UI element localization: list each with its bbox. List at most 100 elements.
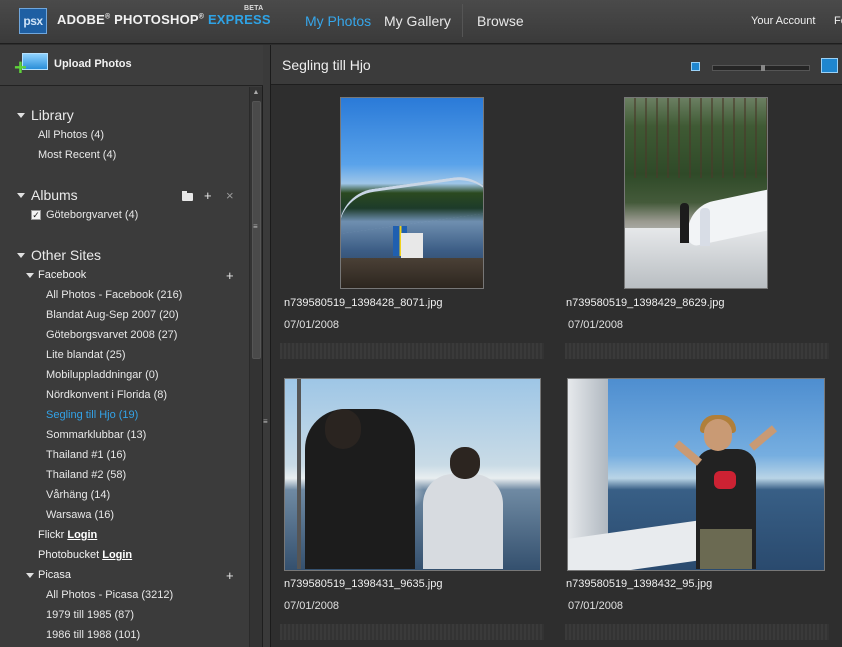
albums-heading[interactable]: Albums [31, 187, 78, 203]
facebook-album-item[interactable]: Blandat Aug-Sep 2007 (20) [46, 309, 179, 321]
psx-logo[interactable]: psx [19, 8, 47, 34]
person-head-shape [704, 419, 732, 451]
upload-icon: + [14, 53, 48, 79]
brand-express: EXPRESS [207, 12, 271, 27]
brand-reg-mark-2: ® [198, 13, 205, 21]
thumbnail-size-slider[interactable] [712, 65, 810, 71]
upload-photos-button[interactable]: + Upload Photos [0, 45, 263, 86]
nav-my-gallery[interactable]: My Gallery [384, 13, 451, 29]
picasa-album-item[interactable]: All Photos - Picasa (3212) [46, 589, 173, 601]
facebook-album-item[interactable]: Vårhäng (14) [46, 489, 110, 501]
add-picasa-plus-icon[interactable]: + [226, 569, 234, 582]
photo-filename[interactable]: n739580519_1398429_8629.jpg [566, 297, 724, 309]
collapse-triangle-icon[interactable] [26, 273, 34, 278]
slider-handle[interactable] [761, 65, 765, 71]
arm-shape [748, 425, 778, 451]
photo-filename[interactable]: n739580519_1398428_8071.jpg [284, 297, 442, 309]
large-thumbnail-icon[interactable] [821, 58, 838, 73]
album-header: Segling till Hjo [271, 45, 842, 85]
flickr-label: Flickr [38, 529, 65, 541]
nav-divider [462, 4, 463, 37]
dock-shape [341, 258, 483, 288]
brand-title: ADOBE® PHOTOSHOP® EXPRESS BETA [57, 5, 271, 27]
facebook-album-item[interactable]: Thailand #1 (16) [46, 449, 126, 461]
photobucket-label: Photobucket [38, 549, 100, 561]
sidebar-scrollbar[interactable]: ▲ ≡ [249, 87, 262, 647]
photo-filename[interactable]: n739580519_1398431_9635.jpg [284, 578, 442, 590]
facebook-album-item[interactable]: Nördkonvent i Florida (8) [46, 389, 167, 401]
flickr-item: Flickr Login [38, 529, 97, 541]
facebook-album-item[interactable]: Thailand #2 (58) [46, 469, 126, 481]
mast-shape [297, 379, 301, 569]
picasa-heading[interactable]: Picasa [38, 569, 71, 581]
photo-filename[interactable]: n739580519_1398432_95.jpg [566, 578, 712, 590]
folder-icon[interactable] [182, 191, 193, 201]
album-title: Segling till Hjo [282, 57, 371, 73]
person-head-shape [450, 447, 480, 479]
sidebar: + Upload Photos ▲ ≡ Library All Photos (… [0, 45, 263, 647]
facebook-album-item[interactable]: Sommarklubbar (13) [46, 429, 146, 441]
nav-my-photos[interactable]: My Photos [305, 13, 371, 29]
pants-shape [700, 529, 752, 569]
add-album-plus-icon[interactable]: + [204, 189, 212, 202]
delete-album-x-icon[interactable]: × [226, 189, 234, 202]
flickr-login-link[interactable]: Login [67, 529, 97, 541]
collapse-triangle-icon[interactable] [17, 193, 25, 198]
album-checkbox[interactable]: ✓ [31, 210, 41, 220]
collapse-triangle-icon[interactable] [17, 113, 25, 118]
person-shape [700, 208, 710, 246]
photo-thumbnail[interactable] [567, 378, 825, 571]
album-item-goteborgvarvet[interactable]: Göteborgvarvet (4) [46, 209, 138, 221]
photo-thumbnail[interactable] [340, 97, 484, 289]
library-item-all-photos[interactable]: All Photos (4) [38, 129, 104, 141]
boat-rail-shape [341, 172, 483, 234]
collapse-triangle-icon[interactable] [26, 573, 34, 578]
truncated-link[interactable]: Fe [834, 15, 842, 27]
photo-grid-panel: Segling till Hjo n739580519_1398428_8071… [271, 45, 842, 647]
arm-shape [673, 440, 703, 466]
panel-splitter[interactable]: ≡ [263, 45, 271, 647]
photo-info-stripe [280, 624, 544, 640]
plus-icon: + [14, 55, 27, 80]
brand-photoshop: PHOTOSHOP [114, 12, 199, 27]
facebook-heading[interactable]: Facebook [38, 269, 86, 281]
photo-thumbnail[interactable] [624, 97, 768, 289]
facebook-album-item-selected[interactable]: Segling till Hjo (19) [46, 409, 138, 421]
collapse-triangle-icon[interactable] [17, 253, 25, 258]
facebook-album-item[interactable]: Mobiluppladdningar (0) [46, 369, 159, 381]
other-sites-heading[interactable]: Other Sites [31, 247, 101, 263]
picasa-album-item[interactable]: 1979 till 1985 (87) [46, 609, 134, 621]
brand-reg-mark: ® [104, 13, 111, 21]
scrollbar-grip-icon: ≡ [253, 222, 258, 231]
facebook-album-item[interactable]: All Photos - Facebook (216) [46, 289, 182, 301]
add-facebook-plus-icon[interactable]: + [226, 269, 234, 282]
trees-shape [625, 98, 767, 178]
person-head-shape [325, 409, 361, 449]
photo-date: 07/01/2008 [568, 319, 624, 331]
photo-info-stripe [280, 343, 544, 359]
sail-shape [568, 379, 608, 544]
library-item-most-recent[interactable]: Most Recent (4) [38, 149, 116, 161]
upload-photos-label: Upload Photos [54, 58, 132, 70]
top-bar: psx ADOBE® PHOTOSHOP® EXPRESS BETA My Ph… [0, 0, 842, 44]
splitter-grip-icon: ≡ [263, 417, 268, 426]
facebook-album-item[interactable]: Warsawa (16) [46, 509, 114, 521]
photo-date: 07/01/2008 [568, 600, 624, 612]
picasa-album-item[interactable]: 1986 till 1988 (101) [46, 629, 140, 641]
scroll-up-arrow-icon[interactable]: ▲ [251, 88, 261, 98]
shirt-print-shape [714, 471, 736, 489]
photo-date: 07/01/2008 [284, 600, 340, 612]
your-account-link[interactable]: Your Account [751, 15, 815, 27]
person-shape [680, 203, 689, 243]
small-thumbnail-icon[interactable] [691, 62, 700, 71]
facebook-album-item[interactable]: Göteborgsvarvet 2008 (27) [46, 329, 177, 341]
photo-thumbnail[interactable] [284, 378, 541, 571]
photobucket-login-link[interactable]: Login [102, 549, 132, 561]
photobucket-item: Photobucket Login [38, 549, 132, 561]
nav-browse[interactable]: Browse [477, 13, 524, 29]
library-heading[interactable]: Library [31, 107, 74, 123]
facebook-album-item[interactable]: Lite blandat (25) [46, 349, 126, 361]
brand-adobe: ADOBE [57, 12, 105, 27]
photo-date: 07/01/2008 [284, 319, 340, 331]
person-shape [423, 474, 503, 569]
